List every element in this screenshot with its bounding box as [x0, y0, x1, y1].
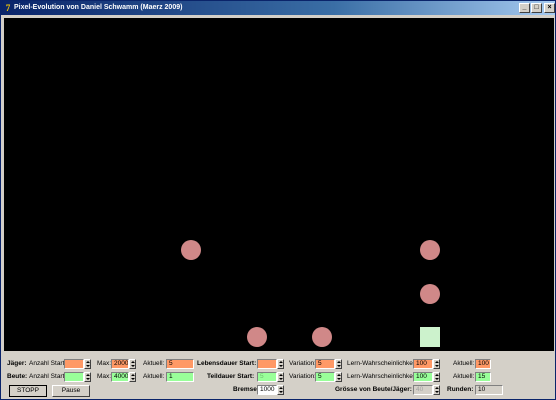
hunter-count-start-field[interactable] — [64, 359, 84, 369]
prey-count-start-label: Anzahl Start: — [29, 373, 67, 380]
hunter-learn-label: Lern-Wahrscheinlichkeit: — [347, 360, 418, 367]
prey-variation-field[interactable]: 5 — [315, 372, 335, 382]
hunter-pixel — [420, 240, 440, 260]
pause-button[interactable]: Pause — [52, 385, 90, 397]
control-panel: Jäger: Anzahl Start: Max: 2000 Aktuell: … — [1, 353, 556, 400]
simulation-canvas[interactable] — [4, 18, 554, 351]
hunter-current-label: Aktuell: — [143, 360, 165, 367]
hunter-pixel — [420, 284, 440, 304]
hunter-count-start-label: Anzahl Start: — [29, 360, 67, 367]
title-bar[interactable]: 7 Pixel-Evolution von Daniel Schwamm (Ma… — [1, 1, 555, 15]
app-window: 7 Pixel-Evolution von Daniel Schwamm (Ma… — [0, 0, 556, 400]
prey-learn-field[interactable]: 100 — [413, 372, 433, 382]
prey-count-start-field[interactable] — [64, 372, 84, 382]
hunter-max-spinner[interactable] — [129, 359, 136, 369]
division-start-label: Teildauer Start: — [207, 373, 255, 380]
size-spinner[interactable] — [433, 385, 440, 395]
hunter-variation-field[interactable]: 5 — [315, 359, 335, 369]
window-title: Pixel-Evolution von Daniel Schwamm (Maer… — [14, 4, 183, 11]
prey-row-label: Beute: — [7, 373, 28, 380]
size-field[interactable]: 40 — [413, 385, 433, 395]
rounds-label: Runden: — [447, 386, 474, 393]
app-icon[interactable]: 7 — [3, 3, 13, 13]
hunter-row-label: Jäger: — [7, 360, 27, 367]
prey-max-label: Max: — [97, 373, 112, 380]
hunter-count-start-spinner[interactable] — [84, 359, 91, 369]
rounds-field: 10 — [475, 385, 503, 395]
brake-field[interactable]: 1000 — [257, 385, 277, 395]
hunter-pixel — [247, 327, 267, 347]
size-label: Grösse von Beute/Jäger: — [335, 386, 412, 393]
hunter-learn-current-field: 100 — [475, 359, 491, 369]
division-start-field[interactable]: 5 — [257, 372, 277, 382]
prey-learn-current-field: 15 — [475, 372, 491, 382]
prey-learn-spinner[interactable] — [433, 372, 440, 382]
lifespan-start-field[interactable] — [257, 359, 277, 369]
prey-learn-label: Lern-Wahrscheinlichkeit: — [347, 373, 418, 380]
prey-variation-spinner[interactable] — [335, 372, 342, 382]
prey-max-spinner[interactable] — [129, 372, 136, 382]
hunter-learn-field[interactable]: 100 — [413, 359, 433, 369]
hunter-max-field[interactable]: 2000 — [111, 359, 129, 369]
hunter-variation-label: Variation: — [289, 360, 316, 367]
prey-current-field: 1 — [166, 372, 194, 382]
division-start-spinner[interactable] — [277, 372, 284, 382]
prey-pixel — [420, 327, 440, 347]
brake-label: Bremse: — [233, 386, 260, 393]
close-button[interactable]: × — [544, 3, 555, 13]
hunter-pixel — [181, 240, 201, 260]
hunter-variation-spinner[interactable] — [335, 359, 342, 369]
hunter-learn-current-label: Aktuell: — [453, 360, 475, 367]
hunter-current-field: 5 — [166, 359, 194, 369]
prey-variation-label: Variation: — [289, 373, 316, 380]
prey-count-start-spinner[interactable] — [84, 372, 91, 382]
stop-button[interactable]: STOPP — [9, 385, 47, 397]
prey-max-field[interactable]: 4000 — [111, 372, 129, 382]
brake-spinner[interactable] — [277, 385, 284, 395]
maximize-button[interactable]: □ — [531, 3, 542, 13]
hunter-max-label: Max: — [97, 360, 112, 367]
lifespan-start-spinner[interactable] — [277, 359, 284, 369]
prey-current-label: Aktuell: — [143, 373, 165, 380]
lifespan-start-label: Lebensdauer Start: — [197, 360, 257, 367]
hunter-learn-spinner[interactable] — [433, 359, 440, 369]
minimize-button[interactable]: _ — [519, 3, 530, 13]
prey-learn-current-label: Aktuell: — [453, 373, 475, 380]
hunter-pixel — [312, 327, 332, 347]
